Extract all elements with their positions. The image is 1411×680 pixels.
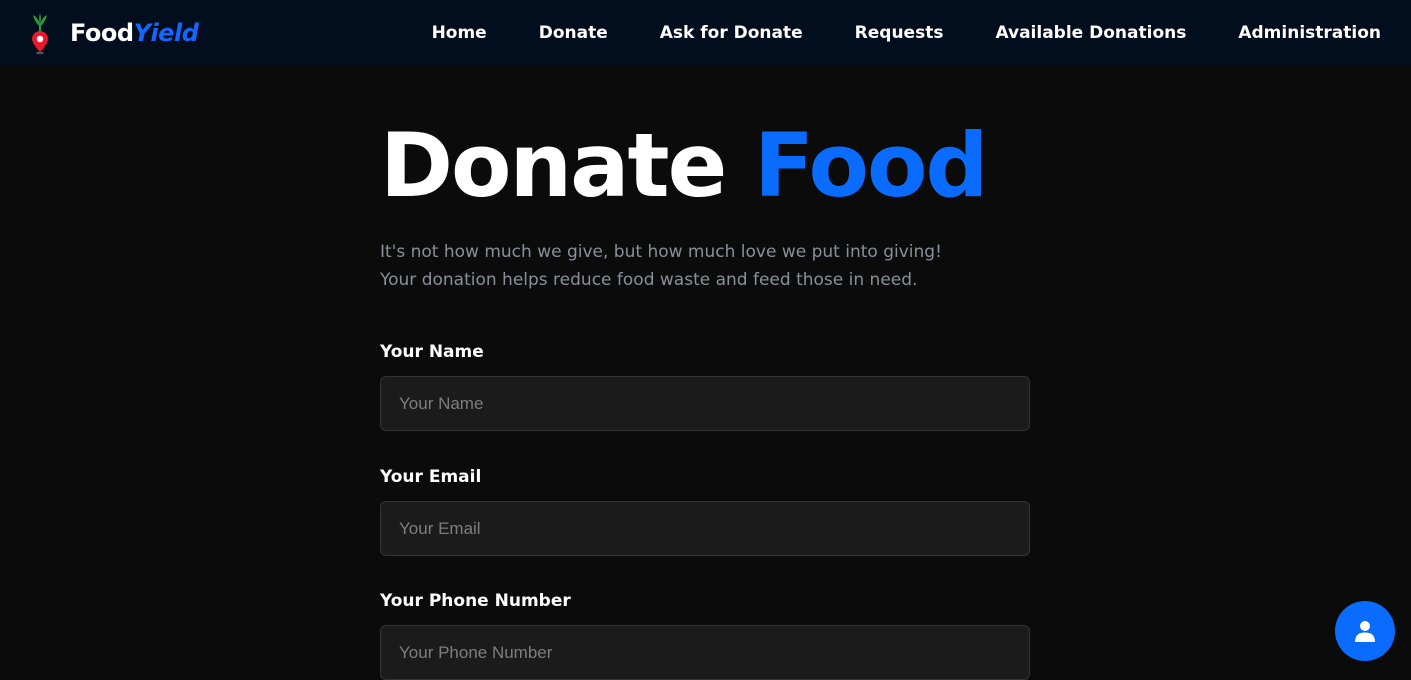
page-subtitle: It's not how much we give, but how much … — [380, 238, 1030, 294]
nav-item-ask-for-donate[interactable]: Ask for Donate — [660, 23, 803, 43]
page-title-donate: Donate — [380, 114, 727, 217]
name-input[interactable] — [380, 376, 1030, 431]
page-title: Donate Food — [380, 118, 1030, 214]
navbar: FoodYield Home Donate Ask for Donate Req… — [0, 0, 1411, 65]
nav-item-requests[interactable]: Requests — [855, 23, 944, 43]
name-field-group: Your Name — [380, 342, 1030, 431]
page-title-food: Food — [753, 114, 988, 217]
nav-item-available-donations[interactable]: Available Donations — [995, 23, 1186, 43]
email-field-group: Your Email — [380, 467, 1030, 556]
user-fab-button[interactable] — [1335, 601, 1395, 661]
name-label: Your Name — [380, 342, 484, 362]
nav-item-administration[interactable]: Administration — [1238, 23, 1381, 43]
nav-item-donate[interactable]: Donate — [539, 23, 608, 43]
nav-item-home[interactable]: Home — [432, 23, 487, 43]
donate-form-section: Donate Food It's not how much we give, b… — [380, 118, 1030, 680]
phone-input[interactable] — [380, 625, 1030, 680]
user-icon — [1355, 621, 1375, 642]
brand-name-yield: Yield — [133, 18, 199, 47]
phone-field-group: Your Phone Number — [380, 591, 1030, 680]
subtitle-line-1: It's not how much we give, but how much … — [380, 242, 942, 262]
brand-name: FoodYield — [70, 18, 199, 47]
subtitle-line-2: Your donation helps reduce food waste an… — [380, 270, 918, 290]
brand-name-food: Food — [70, 18, 134, 47]
email-label: Your Email — [380, 467, 482, 487]
nav-links: Home Donate Ask for Donate Requests Avai… — [432, 23, 1381, 43]
phone-label: Your Phone Number — [380, 591, 571, 611]
map-pin-plant-icon — [32, 12, 48, 54]
email-input[interactable] — [380, 501, 1030, 556]
brand-logo[interactable]: FoodYield — [28, 11, 199, 55]
